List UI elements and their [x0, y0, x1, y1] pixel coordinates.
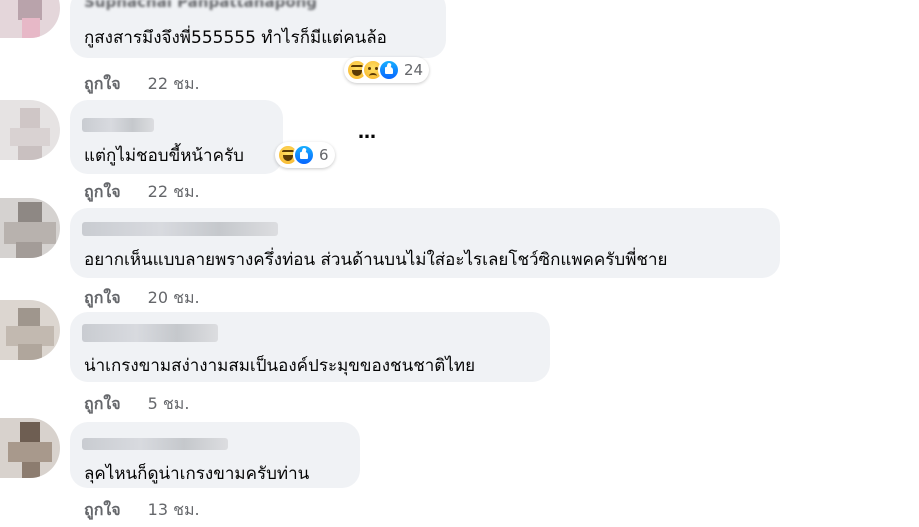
comment-actions: ถูกใจ 5 ชม. — [84, 392, 189, 417]
comment-timestamp[interactable]: 13 ชม. — [148, 500, 200, 519]
comment-actions: ถูกใจ 20 ชม. — [84, 286, 200, 311]
comment-text: ลุคไหนก็ดูน่าเกรงขามครับท่าน — [84, 464, 310, 484]
comment-bubble: แต่กูไม่ชอบขี้หน้าครับ — [70, 100, 283, 174]
comment-actions: ถูกใจ 22 ชม. — [84, 180, 200, 205]
reaction-count: 24 — [404, 61, 424, 79]
comment-bubble: น่าเกรงขามสง่างามสมเป็นองค์ประมุขของชนชา… — [70, 312, 550, 382]
comment-author-blurred[interactable] — [82, 438, 228, 450]
avatar[interactable] — [0, 418, 60, 478]
like-button[interactable]: ถูกใจ — [84, 182, 121, 201]
avatar[interactable] — [0, 198, 60, 258]
comment-author-blurred[interactable] — [82, 118, 154, 132]
reaction-summary[interactable]: 24 — [344, 57, 430, 83]
comment-bubble: ลุคไหนก็ดูน่าเกรงขามครับท่าน — [70, 422, 360, 488]
comment-timestamp[interactable]: 22 ชม. — [148, 182, 200, 201]
comment-bubble: Suphachai Panpattanapong กูสงสารมึงจึงพี… — [70, 0, 446, 58]
comment-author[interactable]: Suphachai Panpattanapong — [84, 0, 334, 12]
reaction-summary[interactable]: 6 — [275, 142, 335, 168]
avatar[interactable] — [0, 300, 60, 360]
comment-timestamp[interactable]: 22 ชม. — [148, 74, 200, 93]
avatar[interactable] — [0, 100, 60, 160]
comment-author-blurred[interactable] — [82, 324, 218, 342]
comment-author-blurred[interactable] — [82, 222, 278, 236]
comment-thread: Suphachai Panpattanapong กูสงสารมึงจึงพี… — [0, 0, 919, 527]
more-options-icon[interactable]: … — [358, 122, 377, 143]
reaction-count: 6 — [319, 146, 329, 164]
comment-text: กูสงสารมึงจึงพี่555555 ทำไรก็มีแต่คนล้อ — [84, 28, 387, 48]
comment-text: แต่กูไม่ชอบขี้หน้าครับ — [84, 146, 244, 166]
comment-actions: ถูกใจ 22 ชม. — [84, 72, 200, 97]
like-button[interactable]: ถูกใจ — [84, 74, 121, 93]
like-button[interactable]: ถูกใจ — [84, 288, 121, 307]
comment-timestamp[interactable]: 20 ชม. — [148, 288, 200, 307]
like-button[interactable]: ถูกใจ — [84, 394, 121, 413]
like-icon — [378, 59, 400, 81]
comment-timestamp[interactable]: 5 ชม. — [148, 394, 190, 413]
like-icon — [293, 144, 315, 166]
like-button[interactable]: ถูกใจ — [84, 500, 121, 519]
comment-text: น่าเกรงขามสง่างามสมเป็นองค์ประมุขของชนชา… — [84, 356, 476, 376]
comment-actions: ถูกใจ 13 ชม. — [84, 498, 200, 523]
comment-text: อยากเห็นแบบลายพรางครึ่งท่อน ส่วนด้านบนไม… — [84, 250, 668, 270]
comment-bubble: อยากเห็นแบบลายพรางครึ่งท่อน ส่วนด้านบนไม… — [70, 208, 780, 278]
avatar[interactable] — [0, 0, 60, 38]
